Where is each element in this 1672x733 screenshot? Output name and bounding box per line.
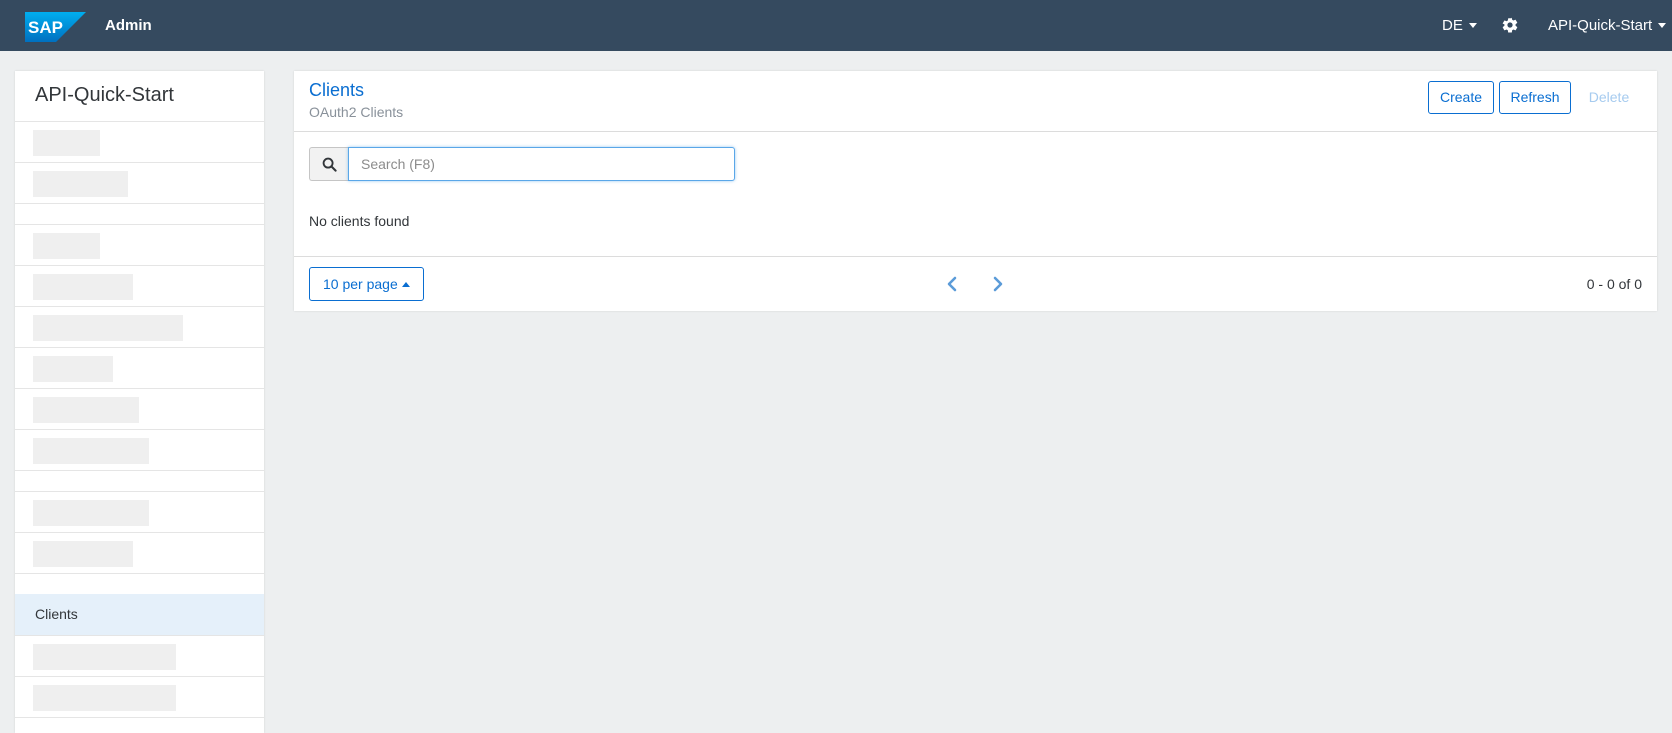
search-button[interactable]: [309, 147, 348, 181]
page-title: Clients: [309, 80, 365, 100]
sidebar-item-label: Clients: [35, 606, 78, 622]
loading-placeholder: [33, 500, 149, 526]
sidebar-item[interactable]: [15, 429, 264, 470]
pagination-range: 0 - 0 of 0: [1586, 276, 1642, 292]
clients-panel: Clients OAuth2 Clients Create Refresh De…: [294, 71, 1657, 311]
loading-placeholder: [33, 541, 133, 567]
search-input[interactable]: [348, 147, 735, 181]
sidebar-item[interactable]: [15, 491, 264, 532]
per-page-dropdown[interactable]: 10 per page: [309, 267, 424, 301]
sidebar-divider: [15, 470, 264, 491]
search-icon: [322, 157, 337, 172]
user-name: API-Quick-Start: [1548, 17, 1653, 34]
gear-icon[interactable]: [1501, 16, 1519, 34]
sap-logo-text: SAP: [28, 18, 63, 37]
caret-up-icon: [401, 281, 410, 287]
pagination-bar: 10 per page 0 - 0 of 0: [294, 256, 1657, 311]
refresh-button[interactable]: Refresh: [1499, 81, 1571, 114]
language-dropdown[interactable]: DE: [1442, 0, 1477, 51]
sidebar-item[interactable]: [15, 306, 264, 347]
sidebar-item-clients[interactable]: Clients: [15, 594, 264, 635]
sap-logo[interactable]: SAP: [25, 12, 86, 42]
sidebar-item[interactable]: [15, 635, 264, 676]
delete-button: Delete: [1576, 81, 1642, 114]
chevron-down-icon: [1658, 22, 1667, 28]
loading-placeholder: [33, 233, 100, 259]
sidebar-item[interactable]: [15, 717, 264, 733]
chevron-down-icon: [1468, 22, 1477, 28]
per-page-label: 10 per page: [323, 276, 398, 292]
sidebar-item[interactable]: [15, 532, 264, 573]
sidebar-divider: [15, 573, 264, 594]
loading-placeholder: [33, 171, 128, 197]
sidebar-item[interactable]: [15, 388, 264, 429]
sidebar: API-Quick-Start Clients: [15, 71, 264, 733]
page-subtitle: OAuth2 Clients: [309, 104, 404, 120]
loading-placeholder: [33, 130, 100, 156]
sidebar-item[interactable]: [15, 162, 264, 203]
loading-placeholder: [33, 397, 139, 423]
sidebar-item[interactable]: [15, 347, 264, 388]
panel-header: Clients OAuth2 Clients Create Refresh De…: [294, 71, 1657, 132]
loading-placeholder: [33, 438, 149, 464]
empty-state-message: No clients found: [309, 213, 410, 229]
shell-bar: SAP Admin DE API-Quick-Start: [0, 0, 1672, 51]
chevron-left-icon[interactable]: [945, 276, 959, 292]
loading-placeholder: [33, 274, 133, 300]
loading-placeholder: [33, 356, 113, 382]
create-button[interactable]: Create: [1428, 81, 1494, 114]
chevron-right-icon[interactable]: [991, 276, 1005, 292]
user-menu[interactable]: API-Quick-Start: [1548, 0, 1667, 51]
sidebar-divider: [15, 203, 264, 224]
sidebar-item[interactable]: [15, 121, 264, 162]
app-title: Admin: [105, 17, 152, 34]
loading-placeholder: [33, 644, 176, 670]
loading-placeholder: [33, 315, 183, 341]
sidebar-item[interactable]: [15, 265, 264, 306]
sidebar-item[interactable]: [15, 224, 264, 265]
loading-placeholder: [33, 685, 176, 711]
sidebar-item[interactable]: [15, 676, 264, 717]
sidebar-title: API-Quick-Start: [35, 84, 174, 106]
language-label: DE: [1442, 17, 1463, 34]
